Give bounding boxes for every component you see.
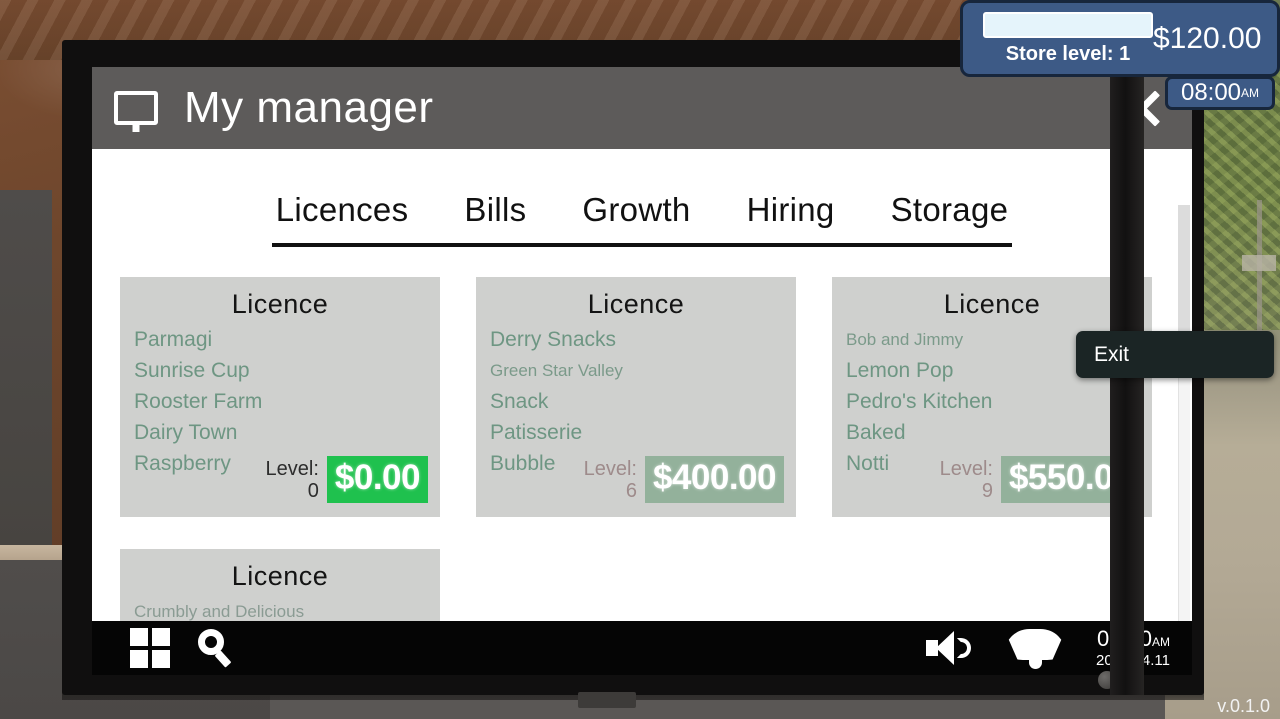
licence-card-grid: Licence Parmagi Sunrise Cup Rooster Farm… xyxy=(92,247,1192,517)
list-item: Baked xyxy=(846,421,906,444)
card-level-row: Level: 0 $0.00 xyxy=(266,456,428,503)
background-pole xyxy=(1257,200,1262,345)
speaker-icon-cone xyxy=(936,631,955,665)
list-item: Pedro's Kitchen xyxy=(846,390,993,413)
level-value: 9 xyxy=(981,479,993,502)
card-title: Licence xyxy=(231,289,329,319)
list-item: Parmagi xyxy=(134,328,213,351)
level-text: Level: xyxy=(265,457,319,480)
tab-bar: Licences Bills Growth Hiring Storage xyxy=(271,191,1013,247)
store-level-group: Store level: 1 xyxy=(963,11,1153,66)
level-value: 0 xyxy=(307,479,319,502)
taskbar-left xyxy=(130,628,234,668)
search-icon-handle xyxy=(214,650,232,668)
game-clock-meridiem: AM xyxy=(1241,86,1260,100)
licence-card[interactable]: Licence Derry Snacks Green Star Valley S… xyxy=(476,277,796,517)
price-badge[interactable]: $0.00 xyxy=(326,456,428,503)
list-item: Rooster Farm xyxy=(134,390,263,413)
monitor-frame: My manager Licences Bills Growth Hiring … xyxy=(62,40,1204,695)
tab-bills[interactable]: Bills xyxy=(464,191,526,229)
list-item: Snack xyxy=(490,390,549,413)
version-label: v.0.1.0 xyxy=(1217,696,1270,716)
store-progress-bar xyxy=(983,11,1153,38)
speaker-icon[interactable] xyxy=(926,631,974,665)
grid-icon-cell xyxy=(152,628,170,646)
level-text: Level: xyxy=(583,457,637,480)
price-badge[interactable]: $400.00 xyxy=(644,456,784,503)
level-label: Level: 0 xyxy=(266,458,319,502)
list-item: Sunrise Cup xyxy=(134,359,250,382)
grid-icon-cell xyxy=(130,628,148,646)
grid-icon[interactable] xyxy=(130,628,170,668)
game-clock-hud: 08:00 AM xyxy=(1165,76,1275,110)
monitor-icon xyxy=(114,91,158,125)
monitor-screen: My manager Licences Bills Growth Hiring … xyxy=(92,67,1192,675)
window-titlebar: My manager xyxy=(92,67,1192,149)
card-level-row: Level: 6 $400.00 xyxy=(584,456,784,503)
page-title: My manager xyxy=(184,83,434,132)
exit-tooltip[interactable]: Exit xyxy=(1076,331,1274,378)
level-text: Level: xyxy=(939,457,993,480)
search-icon[interactable] xyxy=(196,629,234,668)
exit-tooltip-label: Exit xyxy=(1094,342,1130,366)
game-clock-time: 08:00 xyxy=(1180,79,1242,106)
tab-growth[interactable]: Growth xyxy=(582,191,690,229)
level-label: Level: 6 xyxy=(584,458,637,502)
wifi-icon[interactable] xyxy=(1004,629,1067,669)
list-item: Derry Snacks xyxy=(490,328,617,351)
tab-licences[interactable]: Licences xyxy=(276,191,409,229)
level-value: 6 xyxy=(625,479,637,502)
level-label: Level: 9 xyxy=(940,458,993,502)
list-item: Dairy Town xyxy=(134,421,238,444)
my-manager-window: My manager Licences Bills Growth Hiring … xyxy=(92,67,1192,641)
monitor-stand xyxy=(578,692,636,708)
game-scene: My manager Licences Bills Growth Hiring … xyxy=(0,0,1280,719)
card-title: Licence xyxy=(943,289,1041,319)
store-level-label: Store level: 1 xyxy=(1005,42,1131,65)
background-wall-left xyxy=(0,190,52,590)
speaker-icon-wave xyxy=(957,638,972,658)
grid-icon-cell xyxy=(130,650,148,668)
background-sign xyxy=(1242,255,1276,271)
taskbar-time-meridiem: AM xyxy=(1152,634,1170,649)
money-amount: $120.00 xyxy=(1153,21,1262,55)
card-title: Licence xyxy=(231,561,329,591)
licence-card[interactable]: Licence Bob and Jimmy Lemon Pop Pedro's … xyxy=(832,277,1152,517)
grid-icon-cell xyxy=(152,650,170,668)
licence-card[interactable]: Licence Parmagi Sunrise Cup Rooster Farm… xyxy=(120,277,440,517)
taskbar: 08:00AM 2024.04.11 xyxy=(92,621,1192,675)
card-title: Licence xyxy=(587,289,685,319)
wifi-icon-dot xyxy=(1029,656,1043,669)
tab-storage[interactable]: Storage xyxy=(891,191,1009,229)
list-item: Patisserie xyxy=(490,421,583,444)
list-item: Green Star Valley xyxy=(490,361,623,380)
money-hud: Store level: 1 $120.00 xyxy=(960,0,1280,77)
tabs-container: Licences Bills Growth Hiring Storage xyxy=(92,149,1192,247)
tab-hiring[interactable]: Hiring xyxy=(747,191,835,229)
